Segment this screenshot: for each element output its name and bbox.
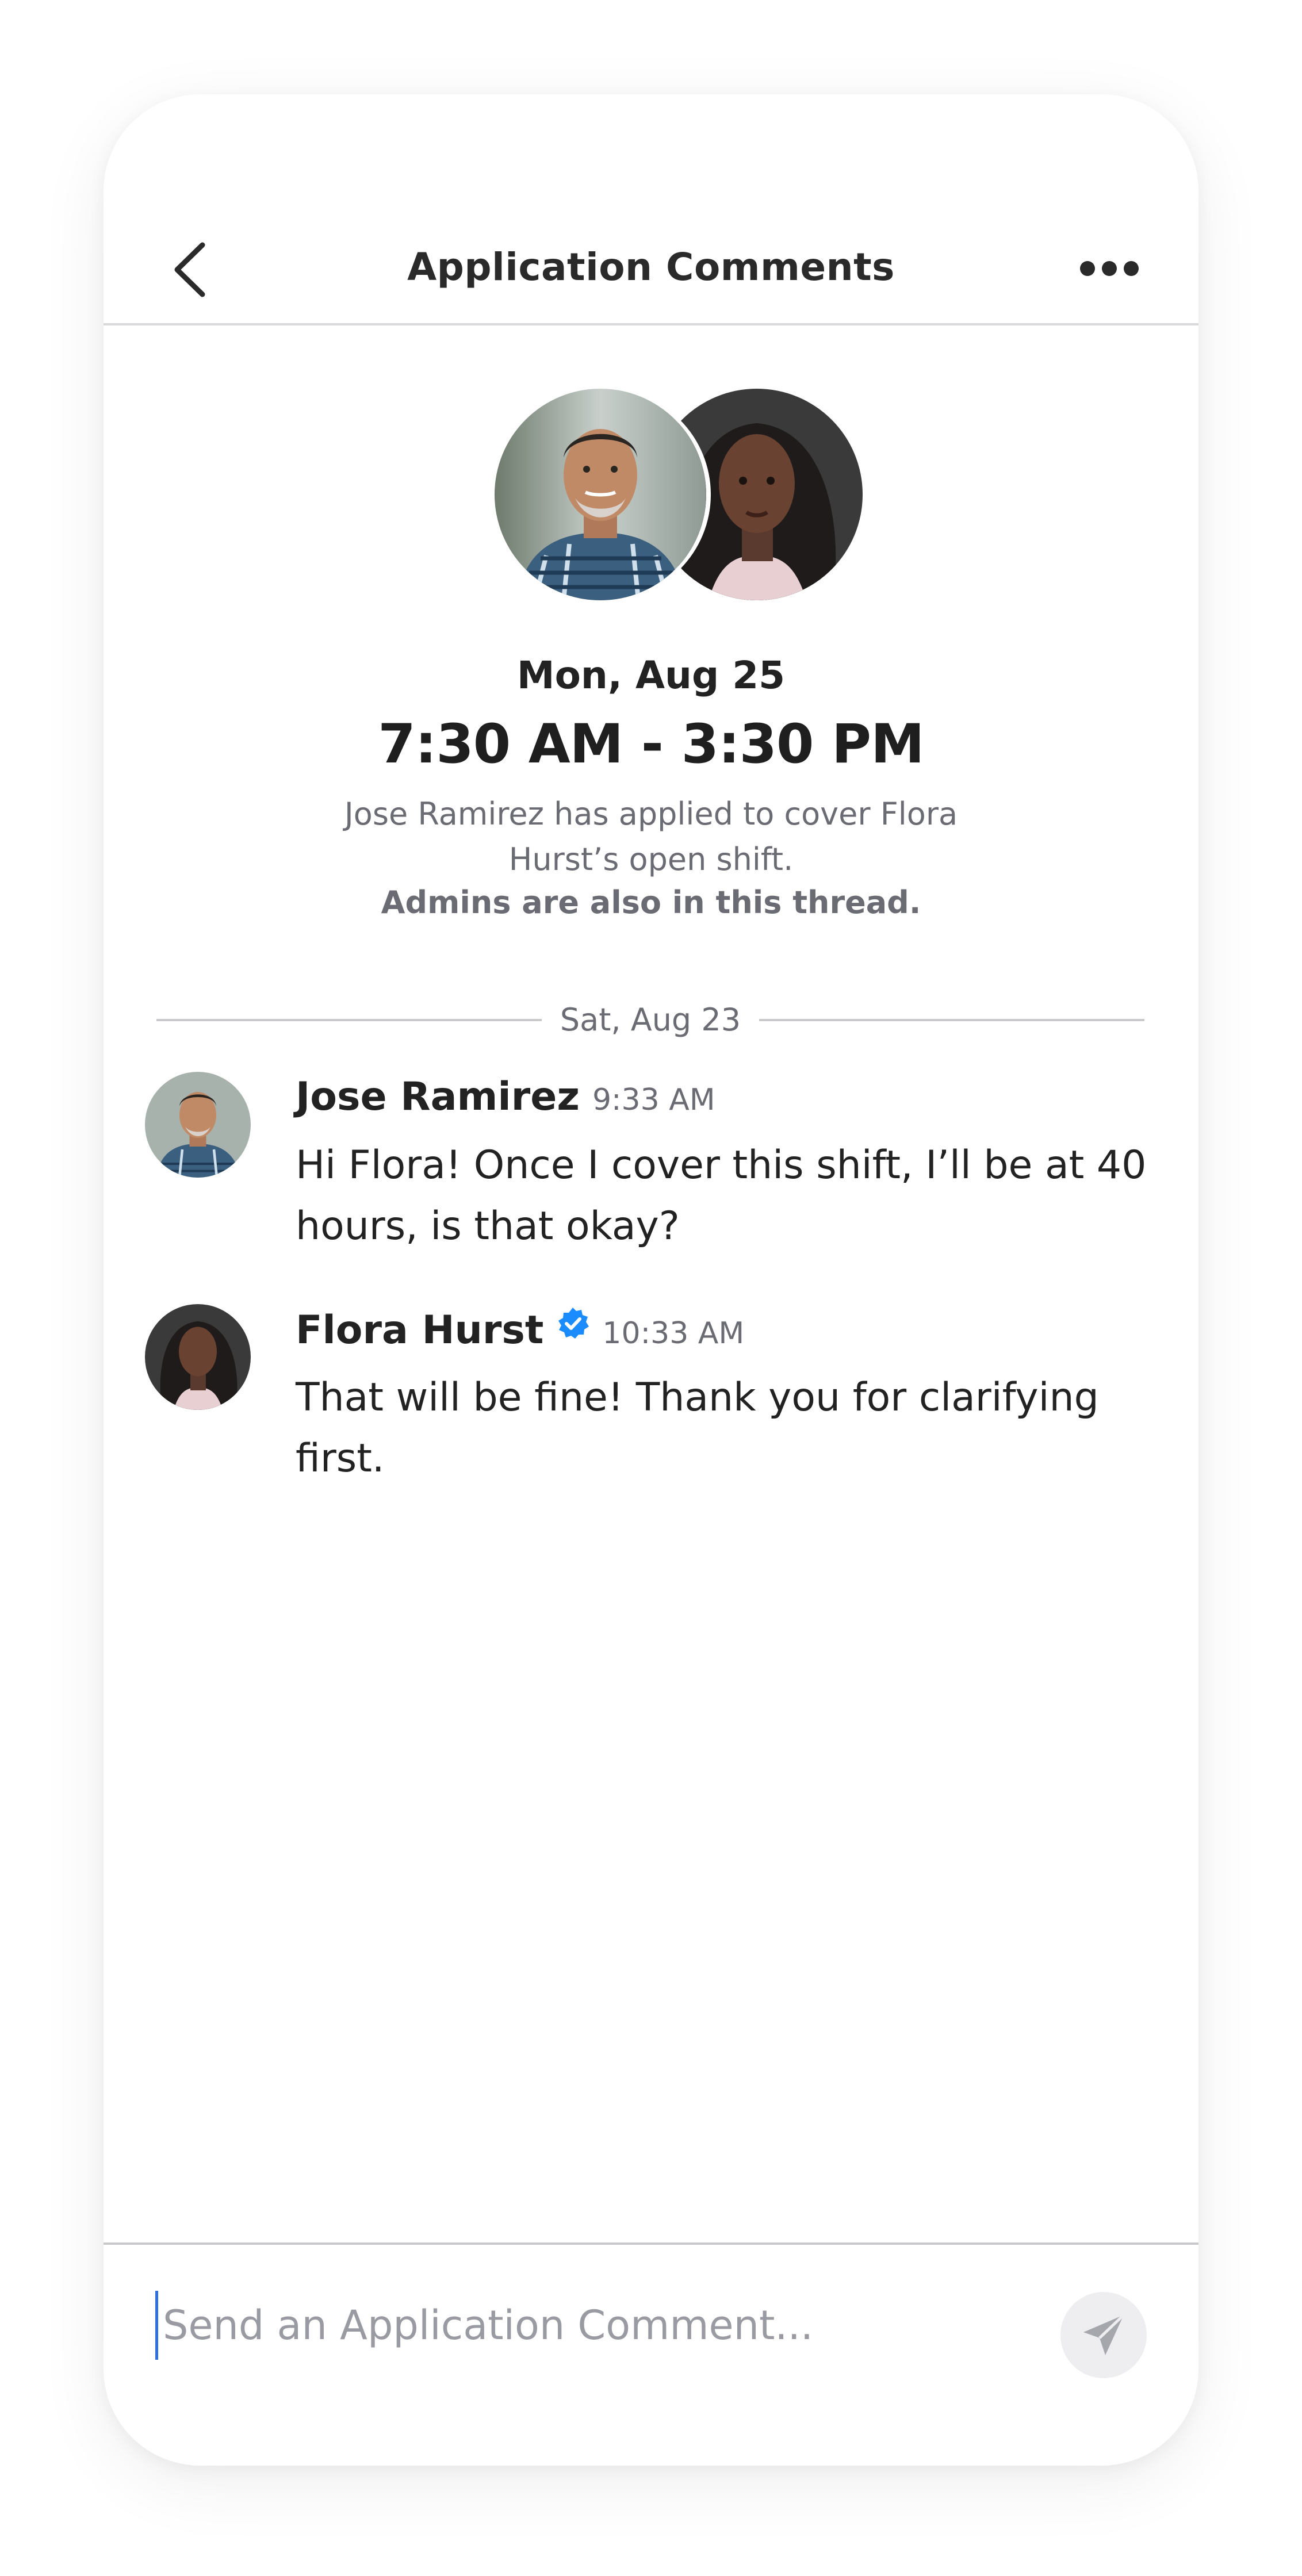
page-title: Application Comments — [407, 245, 895, 289]
shift-date: Mon, Aug 25 — [516, 653, 786, 697]
send-icon — [1083, 2314, 1125, 2355]
message-author: Flora Hurst — [296, 1308, 544, 1353]
avatar-jose-ramirez[interactable] — [495, 389, 706, 600]
shift-time: 7:30 AM - 3:30 PM — [378, 713, 924, 776]
divider-line — [759, 1019, 1144, 1021]
message-header: Jose Ramirez 9:33 AM — [296, 1074, 715, 1126]
avatar[interactable] — [145, 1072, 251, 1178]
message-item: Jose Ramirez 9:33 AM Hi Flora! Once I cov… — [145, 1072, 1157, 1262]
verified-badge-icon — [558, 1308, 589, 1339]
comment-input[interactable] — [155, 2291, 949, 2360]
message-time: 10:33 AM — [602, 1316, 745, 1351]
message-header: Flora Hurst 10:33 AM — [296, 1306, 744, 1358]
send-button[interactable] — [1060, 2292, 1147, 2378]
app-header: Application Comments — [104, 94, 1198, 325]
comment-composer — [104, 2242, 1198, 2466]
message-time: 9:33 AM — [592, 1083, 715, 1117]
phone-screen: Application Comments Mon, Aug 25 7:30 AM… — [104, 94, 1198, 2466]
more-horizontal-icon — [1080, 261, 1139, 276]
shift-description: Jose Ramirez has applied to cover Flora … — [344, 796, 958, 877]
participant-avatars — [495, 389, 863, 600]
more-options-button[interactable] — [1078, 248, 1141, 289]
day-divider: Sat, Aug 23 — [156, 990, 1144, 1048]
message-author: Jose Ramirez — [296, 1074, 580, 1120]
admins-note: Admins are also in this thread. — [381, 884, 921, 921]
message-text: Hi Flora! Once I cover this shift, I’ll … — [296, 1143, 1147, 1249]
message-item: Flora Hurst 10:33 AM That will be fine! … — [145, 1304, 1157, 1494]
avatar[interactable] — [145, 1304, 251, 1410]
message-text: That will be fine! Thank you for clarify… — [296, 1375, 1099, 1481]
